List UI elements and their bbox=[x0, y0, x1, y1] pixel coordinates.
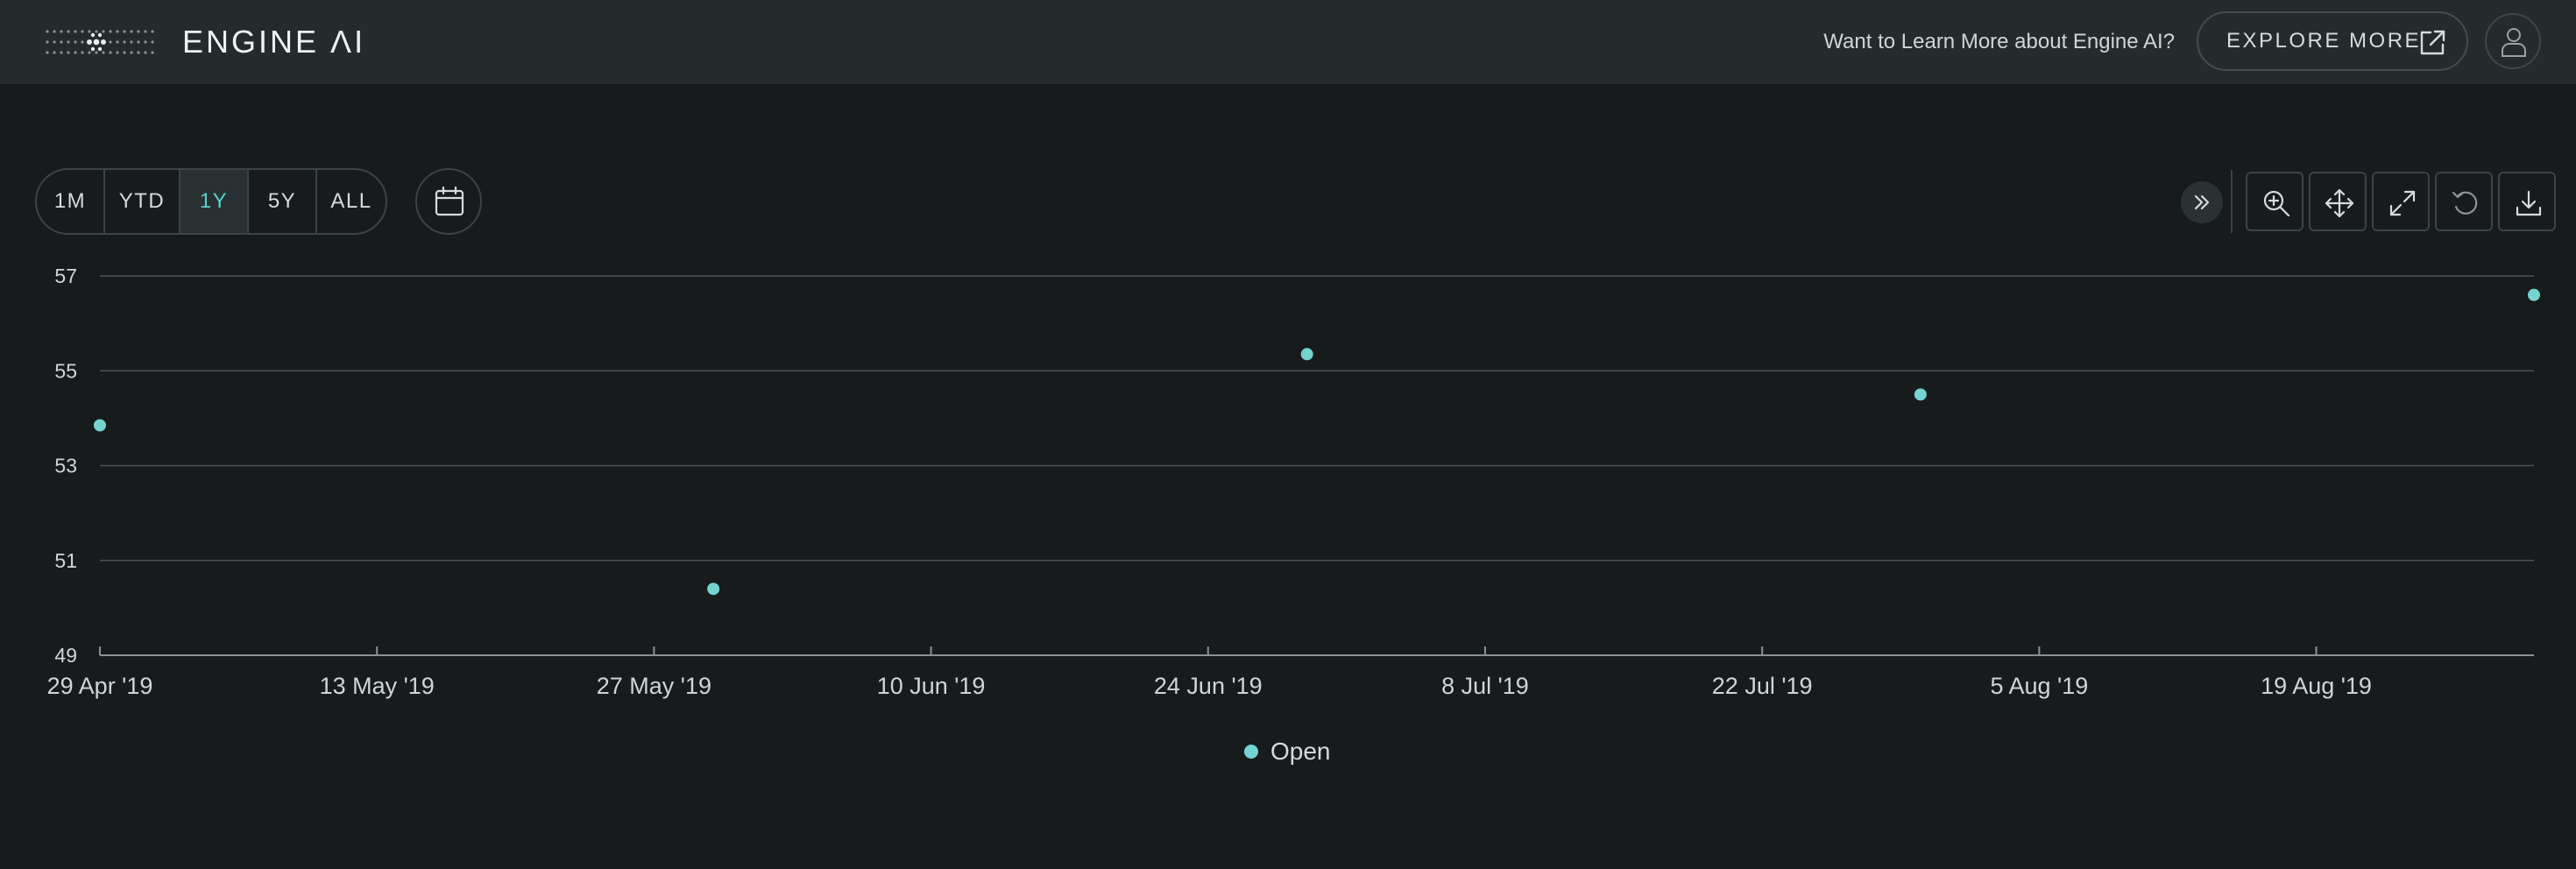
top-bar: ENGINE ΛI Want to Learn More about Engin… bbox=[0, 0, 2576, 84]
range-1m-button[interactable]: 1M bbox=[37, 170, 105, 233]
user-icon bbox=[2502, 28, 2526, 57]
pan-move-icon bbox=[2325, 188, 2354, 218]
zoom-in-icon bbox=[2263, 190, 2290, 217]
y-tick-label: 53 bbox=[54, 455, 77, 477]
chart-legend-item-open[interactable]: Open bbox=[1244, 734, 1331, 769]
collapse-toolbar-button[interactable] bbox=[2181, 181, 2223, 223]
open-price-scatter-chart[interactable]: 57 55 53 51 49 29 Apr '19 13 May '19 27 May '19… bbox=[0, 254, 2576, 727]
x-tick-label: 22 Jul '19 bbox=[1712, 673, 1813, 699]
brand-name[interactable]: ENGINE ΛI bbox=[182, 23, 365, 61]
y-tick-label: 49 bbox=[54, 644, 77, 667]
legend-marker bbox=[1244, 745, 1258, 759]
time-range-selector: 1M YTD 1Y 5Y ALL bbox=[35, 168, 387, 235]
data-point bbox=[707, 583, 720, 596]
user-avatar-button[interactable] bbox=[2485, 13, 2541, 69]
x-tick-label: 5 Aug '19 bbox=[1990, 673, 2088, 699]
x-tick-label: 24 Jun '19 bbox=[1154, 673, 1263, 699]
reset-view-button[interactable] bbox=[2435, 172, 2493, 231]
data-point bbox=[1914, 388, 1927, 401]
expand-icon bbox=[2389, 190, 2416, 216]
range-ytd-button[interactable]: YTD bbox=[105, 170, 180, 233]
data-point bbox=[2528, 288, 2540, 301]
dot-grid-logo-icon bbox=[46, 30, 154, 54]
calendar-icon bbox=[435, 186, 464, 216]
explore-more-label: EXPLORE MORE bbox=[2226, 29, 2422, 53]
toolbar-divider bbox=[2231, 170, 2233, 233]
explore-more-button[interactable]: EXPLORE MORE bbox=[2197, 11, 2468, 71]
range-1y-button[interactable]: 1Y bbox=[180, 170, 249, 233]
reset-icon bbox=[2452, 191, 2478, 215]
data-point bbox=[1300, 348, 1313, 361]
y-tick-label: 55 bbox=[54, 359, 77, 382]
x-tick-label: 29 Apr '19 bbox=[47, 673, 153, 699]
x-tick-label: 10 Jun '19 bbox=[877, 673, 986, 699]
x-tick-label: 13 May '19 bbox=[320, 673, 435, 699]
range-all-button[interactable]: ALL bbox=[317, 170, 386, 233]
range-5y-button[interactable]: 5Y bbox=[249, 170, 317, 233]
x-tick-label: 8 Jul '19 bbox=[1441, 673, 1529, 699]
pan-button[interactable] bbox=[2309, 172, 2367, 231]
x-tick-label: 27 May '19 bbox=[597, 673, 711, 699]
data-point bbox=[94, 419, 106, 432]
zoom-in-button[interactable] bbox=[2246, 172, 2304, 231]
x-tick-label: 19 Aug '19 bbox=[2261, 673, 2372, 699]
date-picker-button[interactable] bbox=[415, 168, 482, 235]
y-tick-label: 51 bbox=[54, 549, 77, 572]
download-icon bbox=[2516, 190, 2542, 216]
double-chevron-right-icon bbox=[2194, 194, 2210, 210]
expand-button[interactable] bbox=[2372, 172, 2430, 231]
download-button[interactable] bbox=[2498, 172, 2556, 231]
y-tick-label: 57 bbox=[54, 265, 77, 287]
external-link-icon bbox=[2420, 30, 2445, 55]
promo-text: Want to Learn More about Engine AI? bbox=[1823, 30, 2175, 53]
legend-label: Open bbox=[1270, 738, 1331, 765]
